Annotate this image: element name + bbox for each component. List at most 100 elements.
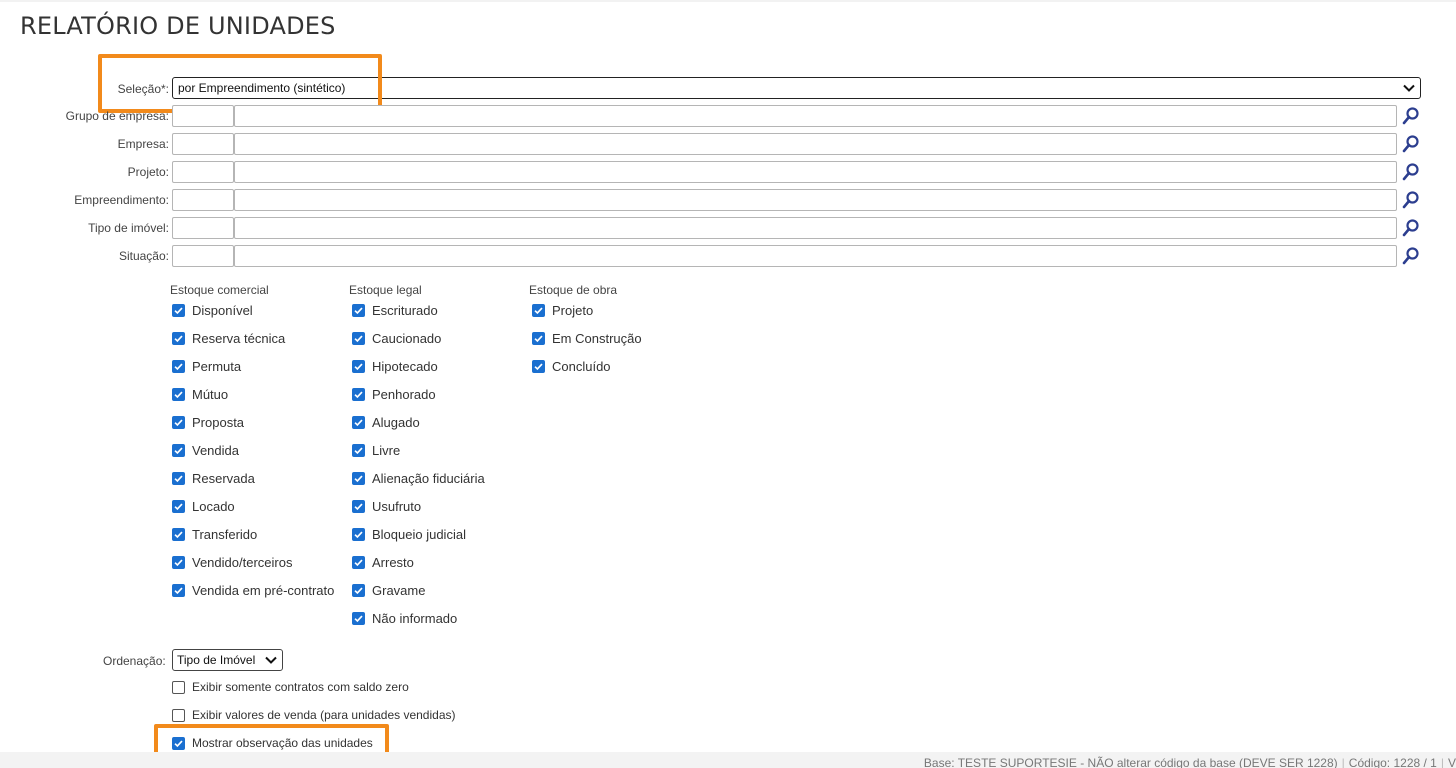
situacao-description-input[interactable] xyxy=(234,245,1397,267)
stock-checkbox-item[interactable]: Permuta xyxy=(172,357,241,375)
checkbox-checked-icon[interactable] xyxy=(532,303,545,317)
checkbox-unchecked-icon[interactable] xyxy=(172,680,185,694)
checkbox-label: Usufruto xyxy=(372,498,422,514)
stock-checkbox-item[interactable]: Mútuo xyxy=(172,385,228,403)
checkbox-checked-icon[interactable] xyxy=(172,555,185,569)
checkbox-label: Concluído xyxy=(552,358,611,374)
checkbox-checked-icon[interactable] xyxy=(172,499,185,513)
status-bar-text: Base: TESTE SUPORTESIE - NÃO alterar cód… xyxy=(924,756,1456,768)
stock-checkbox-item[interactable]: Projeto xyxy=(532,301,593,319)
selecao-select[interactable]: por Empreendimento (sintético) xyxy=(172,77,1421,99)
option-checkbox-item[interactable]: Mostrar observação das unidades xyxy=(172,734,373,752)
checkbox-checked-icon[interactable] xyxy=(352,443,365,457)
search-icon[interactable] xyxy=(1401,162,1421,182)
stock-checkbox-item[interactable]: Não informado xyxy=(352,609,457,627)
stock-checkbox-item[interactable]: Transferido xyxy=(172,525,257,543)
option-checkbox-item[interactable]: Exibir somente contratos com saldo zero xyxy=(172,678,409,696)
checkbox-checked-icon[interactable] xyxy=(172,471,185,485)
checkbox-checked-icon[interactable] xyxy=(172,736,185,750)
checkbox-checked-icon[interactable] xyxy=(352,303,365,317)
checkbox-checked-icon[interactable] xyxy=(172,527,185,541)
checkbox-checked-icon[interactable] xyxy=(352,555,365,569)
filter-label: Empreendimento: xyxy=(74,193,169,207)
ordenacao-select[interactable]: Tipo de Imóvel xyxy=(172,649,283,671)
chevron-down-icon xyxy=(1403,84,1415,92)
stock-checkbox-item[interactable]: Penhorado xyxy=(352,385,436,403)
checkbox-checked-icon[interactable] xyxy=(172,303,185,317)
stock-checkbox-item[interactable]: Escriturado xyxy=(352,301,438,319)
search-icon[interactable] xyxy=(1401,246,1421,266)
checkbox-checked-icon[interactable] xyxy=(352,499,365,513)
checkbox-label: Vendido/terceiros xyxy=(192,554,293,570)
tipo-imovel-description-input[interactable] xyxy=(234,217,1397,239)
stock-checkbox-item[interactable]: Gravame xyxy=(352,581,425,599)
checkbox-checked-icon[interactable] xyxy=(352,387,365,401)
checkbox-checked-icon[interactable] xyxy=(352,331,365,345)
checkbox-checked-icon[interactable] xyxy=(352,359,365,373)
search-icon[interactable] xyxy=(1401,134,1421,154)
stock-checkbox-item[interactable]: Reservada xyxy=(172,469,255,487)
checkbox-label: Escriturado xyxy=(372,302,438,318)
estoque-comercial-heading: Estoque comercial xyxy=(170,283,269,297)
stock-checkbox-item[interactable]: Livre xyxy=(352,441,400,459)
option-checkbox-item[interactable]: Exibir valores de venda (para unidades v… xyxy=(172,706,456,724)
checkbox-checked-icon[interactable] xyxy=(172,331,185,345)
checkbox-label: Exibir valores de venda (para unidades v… xyxy=(192,708,456,722)
search-icon[interactable] xyxy=(1401,106,1421,126)
checkbox-checked-icon[interactable] xyxy=(352,611,365,625)
stock-checkbox-item[interactable]: Bloqueio judicial xyxy=(352,525,466,543)
tipo-imovel-code-input[interactable] xyxy=(172,217,234,239)
checkbox-checked-icon[interactable] xyxy=(172,583,185,597)
checkbox-checked-icon[interactable] xyxy=(172,387,185,401)
checkbox-unchecked-icon[interactable] xyxy=(172,708,185,722)
search-icon[interactable] xyxy=(1401,190,1421,210)
estoque-obra-heading: Estoque de obra xyxy=(529,283,618,297)
checkbox-label: Locado xyxy=(192,498,235,514)
checkbox-label: Não informado xyxy=(372,610,458,626)
grupo-empresa-description-input[interactable] xyxy=(234,105,1397,127)
checkbox-label: Reserva técnica xyxy=(192,330,286,346)
empreendimento-description-input[interactable] xyxy=(234,189,1397,211)
separator: | xyxy=(1440,756,1444,768)
stock-checkbox-item[interactable]: Em Construção xyxy=(532,329,642,347)
stock-checkbox-item[interactable]: Reserva técnica xyxy=(172,329,285,347)
checkbox-label: Em Construção xyxy=(552,330,642,346)
empresa-code-input[interactable] xyxy=(172,133,234,155)
checkbox-checked-icon[interactable] xyxy=(352,527,365,541)
stock-checkbox-item[interactable]: Vendido/terceiros xyxy=(172,553,292,571)
checkbox-checked-icon[interactable] xyxy=(352,471,365,485)
checkbox-checked-icon[interactable] xyxy=(352,583,365,597)
projeto-code-input[interactable] xyxy=(172,161,234,183)
grupo-empresa-code-input[interactable] xyxy=(172,105,234,127)
situacao-code-input[interactable] xyxy=(172,245,234,267)
projeto-description-input[interactable] xyxy=(234,161,1397,183)
checkbox-checked-icon[interactable] xyxy=(172,415,185,429)
checkbox-checked-icon[interactable] xyxy=(532,359,545,373)
checkbox-label: Transferido xyxy=(192,526,258,542)
checkbox-label: Penhorado xyxy=(372,386,436,402)
checkbox-checked-icon[interactable] xyxy=(172,359,185,373)
checkbox-label: Gravame xyxy=(372,582,426,598)
checkbox-label: Arresto xyxy=(372,554,414,570)
filter-label: Tipo de imóvel: xyxy=(88,221,169,235)
stock-checkbox-item[interactable]: Alugado xyxy=(352,413,420,431)
stock-checkbox-item[interactable]: Arresto xyxy=(352,553,414,571)
stock-checkbox-item[interactable]: Usufruto xyxy=(352,497,421,515)
checkbox-checked-icon[interactable] xyxy=(532,331,545,345)
checkbox-checked-icon[interactable] xyxy=(352,415,365,429)
ordenacao-label: Ordenação: xyxy=(103,654,166,668)
stock-checkbox-item[interactable]: Vendida em pré-contrato xyxy=(172,581,334,599)
stock-checkbox-item[interactable]: Disponível xyxy=(172,301,253,319)
checkbox-checked-icon[interactable] xyxy=(172,443,185,457)
checkbox-label: Vendida xyxy=(192,442,239,458)
stock-checkbox-item[interactable]: Vendida xyxy=(172,441,239,459)
stock-checkbox-item[interactable]: Proposta xyxy=(172,413,244,431)
empresa-description-input[interactable] xyxy=(234,133,1397,155)
stock-checkbox-item[interactable]: Caucionado xyxy=(352,329,441,347)
stock-checkbox-item[interactable]: Alienação fiduciária xyxy=(352,469,485,487)
stock-checkbox-item[interactable]: Locado xyxy=(172,497,235,515)
stock-checkbox-item[interactable]: Hipotecado xyxy=(352,357,438,375)
empreendimento-code-input[interactable] xyxy=(172,189,234,211)
stock-checkbox-item[interactable]: Concluído xyxy=(532,357,611,375)
search-icon[interactable] xyxy=(1401,218,1421,238)
